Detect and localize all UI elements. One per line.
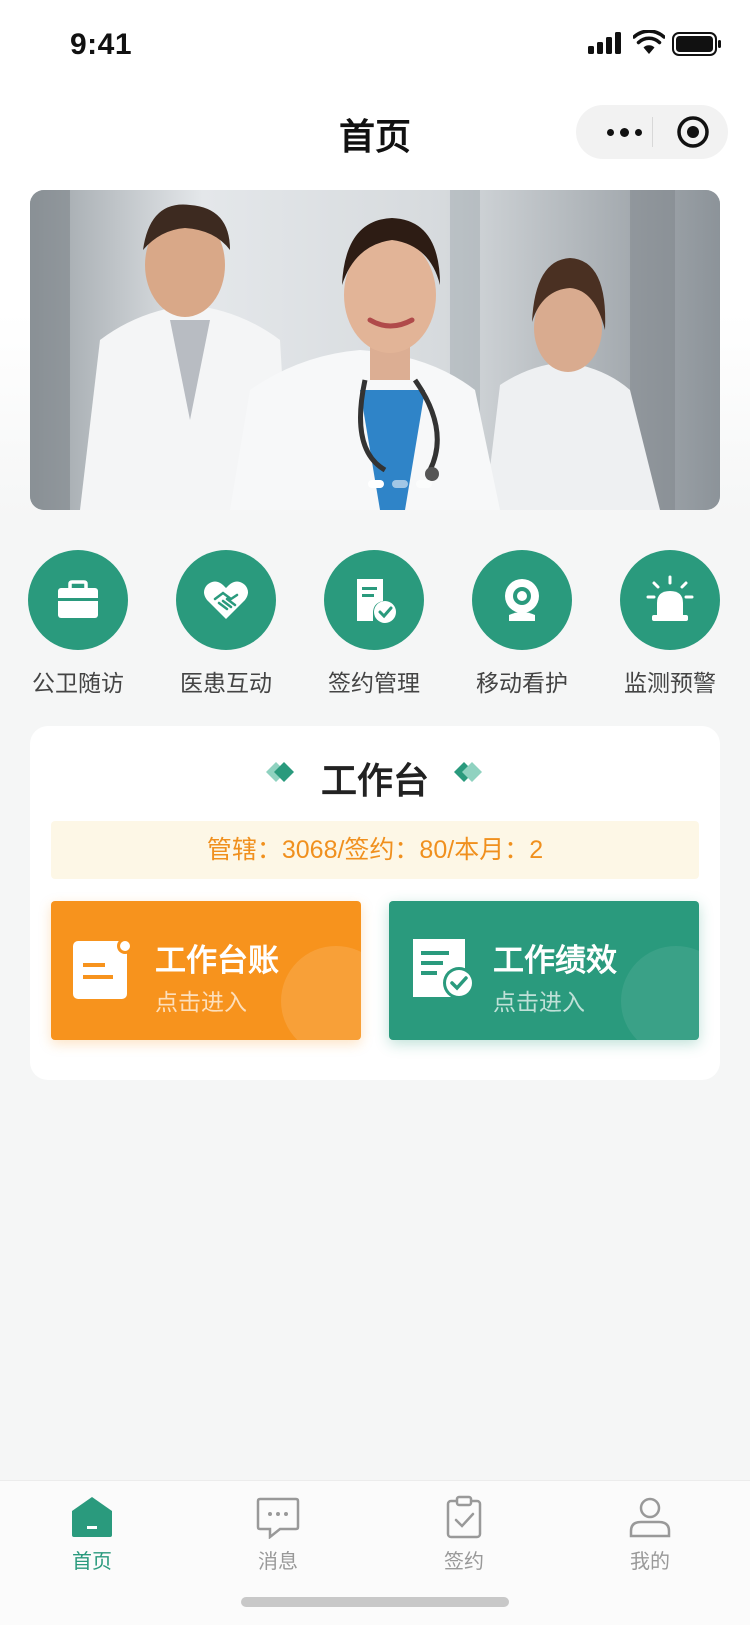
document-check-icon (357, 579, 396, 623)
battery-icon (672, 32, 721, 56)
mini-program-capsule (576, 105, 728, 159)
tab-messages[interactable]: 消息 (218, 1495, 338, 1574)
ledger-title: 工作台账 (155, 943, 279, 978)
tab-mine[interactable]: 我的 (590, 1495, 710, 1574)
home-icon (72, 1497, 112, 1537)
quick-action-circle (28, 550, 128, 650)
quick-action-circle (620, 550, 720, 650)
workbench-stats: 管辖：3068/签约：80/本月：2 (51, 821, 699, 879)
quick-action-monitor-alert[interactable]: 监测预警 (596, 550, 744, 698)
carousel-dot (392, 480, 408, 488)
heart-handshake-icon (204, 581, 248, 619)
quick-action-circle (324, 550, 424, 650)
ledger-note-icon (73, 939, 133, 999)
tab-label: 消息 (258, 1551, 298, 1573)
target-icon[interactable] (676, 115, 710, 149)
button-decor (281, 946, 361, 1040)
quick-action-label: 监测预警 (624, 670, 716, 696)
quick-action-circle (472, 550, 572, 650)
quick-actions: 公卫随访 医患互动 签约管理 移动看护 监测预警 (0, 550, 750, 696)
user-icon (629, 1497, 671, 1538)
quick-action-public-health[interactable]: 公卫随访 (4, 550, 152, 698)
wifi-icon (633, 30, 665, 54)
work-ledger-button[interactable]: 工作台账 点击进入 (51, 901, 361, 1040)
carousel-dot-active (368, 480, 384, 488)
tab-home[interactable]: 首页 (32, 1495, 152, 1574)
carousel-indicator (368, 480, 432, 488)
tab-label: 签约 (444, 1551, 484, 1573)
tab-label: 首页 (72, 1551, 112, 1573)
carousel-dot (416, 480, 432, 488)
status-time: 9:41 (70, 28, 133, 61)
banner-carousel[interactable] (30, 190, 720, 510)
diamond-decor-icon (454, 762, 482, 782)
webcam-icon (505, 579, 539, 621)
message-icon (256, 1497, 300, 1539)
status-bar: 9:41 (0, 0, 750, 88)
clipboard-check-icon (446, 1495, 482, 1539)
tab-sign[interactable]: 签约 (404, 1495, 524, 1574)
signal-icon (588, 32, 621, 54)
quick-action-label: 公卫随访 (32, 670, 124, 696)
performance-doc-check-icon (413, 939, 475, 999)
performance-title: 工作绩效 (493, 943, 617, 978)
tab-label: 我的 (630, 1551, 670, 1573)
ledger-subtitle: 点击进入 (155, 989, 247, 1015)
more-dots-icon[interactable] (596, 119, 652, 145)
workbench-card: 工作台 管辖：3068/签约：80/本月：2 工作台账 点击进入 工作绩效 点击… (30, 726, 720, 1080)
capsule-divider (652, 117, 653, 147)
home-indicator (241, 1597, 509, 1607)
quick-action-label: 移动看护 (476, 670, 568, 696)
work-performance-button[interactable]: 工作绩效 点击进入 (389, 901, 699, 1040)
quick-action-circle (176, 550, 276, 650)
alarm-siren-icon (646, 575, 694, 621)
quick-action-doctor-patient[interactable]: 医患互动 (152, 550, 300, 698)
quick-action-sign-manage[interactable]: 签约管理 (300, 550, 448, 698)
quick-action-label: 医患互动 (180, 670, 272, 696)
performance-subtitle: 点击进入 (493, 989, 585, 1015)
button-decor (621, 946, 699, 1040)
quick-action-label: 签约管理 (328, 670, 420, 696)
medical-bag-icon (58, 580, 98, 618)
banner-image (30, 190, 720, 510)
workbench-title: 工作台 (320, 760, 429, 801)
quick-action-mobile-care[interactable]: 移动看护 (448, 550, 596, 698)
